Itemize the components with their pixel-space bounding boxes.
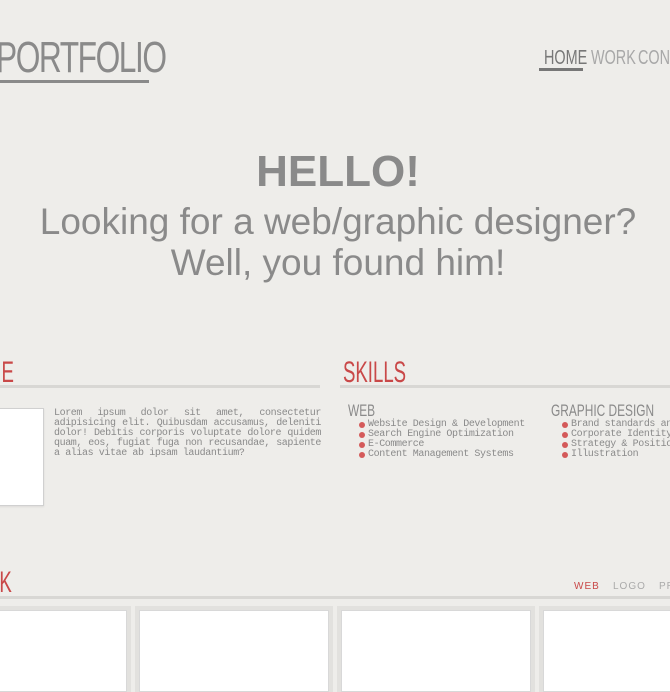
filter-logo-link[interactable]: LOGO	[613, 581, 646, 592]
bullet-icon	[359, 422, 365, 428]
portfolio-thumbnail[interactable]	[0, 610, 127, 692]
bullet-icon	[359, 432, 365, 438]
skills-heading: SKILLS	[343, 356, 407, 389]
bullet-icon	[562, 442, 568, 448]
about-heading: ME	[0, 356, 14, 389]
logo[interactable]: PORTFOLIO	[0, 36, 167, 80]
list-item: Content Management Systems	[354, 450, 525, 460]
nav-work-link[interactable]: WORK	[591, 48, 636, 68]
nav-home-link[interactable]: HOME	[544, 48, 587, 68]
filter-print-link[interactable]: PR	[659, 581, 670, 592]
about-text: Lorem ipsum dolor sit amet, consectetur …	[54, 408, 321, 459]
list-item: Illustration	[557, 450, 670, 460]
about-divider	[0, 385, 320, 388]
profile-photo	[0, 408, 44, 506]
bullet-icon	[359, 452, 365, 458]
graphic-design-skills-title: GRAPHIC DESIGN	[551, 401, 655, 420]
skills-divider	[340, 385, 670, 388]
bullet-icon	[562, 452, 568, 458]
portfolio-thumbnail[interactable]	[139, 610, 329, 692]
nav-active-underline	[539, 68, 583, 71]
filter-web-link[interactable]: WEB	[574, 581, 600, 592]
work-divider	[0, 596, 670, 599]
portfolio-thumbnail[interactable]	[341, 610, 531, 692]
portfolio-thumbnail[interactable]	[543, 610, 670, 692]
logo-underline	[0, 80, 149, 83]
graphic-design-skills-list: Brand standards and Corporate Identity S…	[557, 420, 670, 460]
hero-title: HELLO!	[256, 147, 420, 196]
nav-contact-link[interactable]: CONTA	[638, 48, 670, 68]
web-skills-title: WEB	[348, 401, 376, 420]
bullet-icon	[562, 432, 568, 438]
work-heading: RK	[0, 566, 12, 599]
bullet-icon	[562, 422, 568, 428]
bullet-icon	[359, 442, 365, 448]
hero-subtitle-line1: Looking for a web/graphic designer?	[39, 201, 637, 242]
web-skills-list: Website Design & Development Search Engi…	[354, 420, 525, 460]
hero-subtitle-line2: Well, you found him!	[170, 242, 506, 283]
